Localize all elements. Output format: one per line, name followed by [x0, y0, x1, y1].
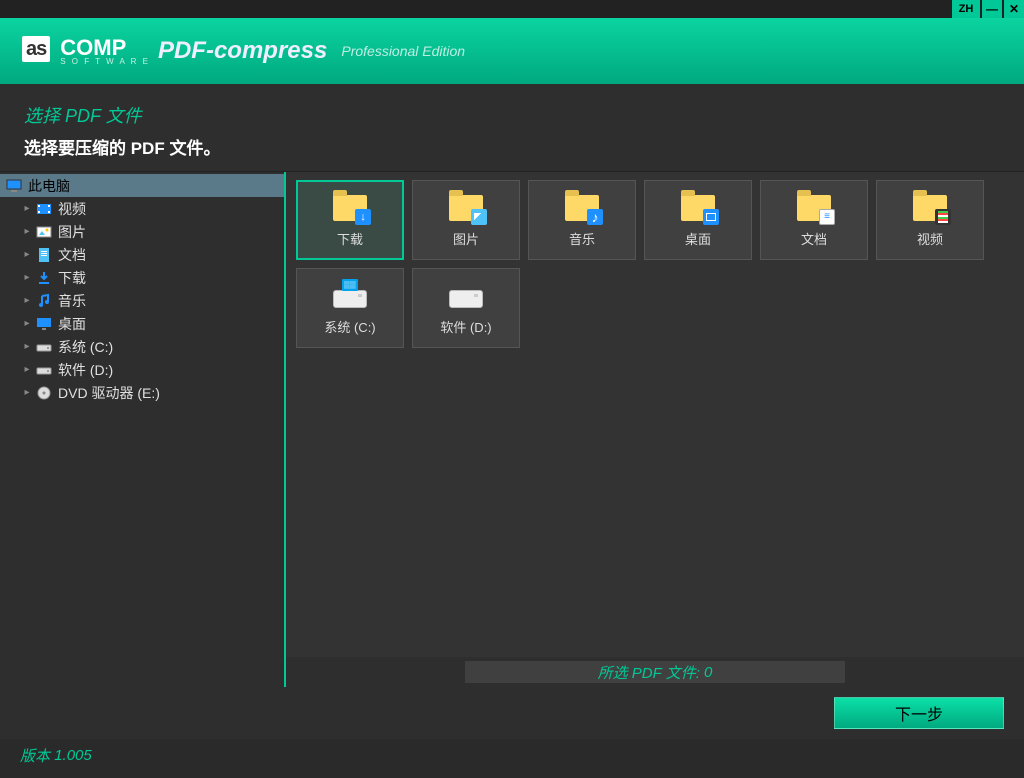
monitor-icon — [6, 178, 22, 194]
tree-item-dvd[interactable]: DVD 驱动器 (E:) — [0, 381, 284, 404]
tile-drive-d[interactable]: 软件 (D:) — [412, 268, 520, 348]
next-button[interactable]: 下一步 — [834, 697, 1004, 729]
page-headings: 选择 PDF 文件 选择要压缩的 PDF 文件。 — [0, 84, 1024, 171]
selected-files-status: 所选 PDF 文件: 0 — [465, 661, 845, 683]
tree-item-drive-d[interactable]: 软件 (D:) — [0, 358, 284, 381]
photo-overlay-icon — [471, 209, 487, 225]
expand-icon[interactable] — [22, 272, 32, 283]
folder-icon — [563, 193, 601, 223]
expand-icon[interactable] — [22, 249, 32, 260]
tile-music[interactable]: 音乐 — [528, 180, 636, 260]
version-bar: 版本 1.005 — [0, 739, 1024, 771]
expand-icon[interactable] — [22, 295, 32, 306]
close-button[interactable]: ✕ — [1004, 0, 1024, 18]
video-icon — [36, 201, 52, 217]
tree-item-pictures[interactable]: 图片 — [0, 220, 284, 243]
tree-item-label: 下载 — [58, 268, 86, 288]
tree-item-label: DVD 驱动器 (E:) — [58, 383, 160, 403]
app-header: as COMP S O F T W A R E PDF-compress Pro… — [0, 18, 1024, 84]
folder-icon — [331, 193, 369, 223]
tile-documents[interactable]: 文档 — [760, 180, 868, 260]
brand-logo: as COMP S O F T W A R E — [22, 36, 150, 66]
tree-item-label: 图片 — [58, 222, 86, 242]
expand-icon[interactable] — [22, 364, 32, 375]
film-overlay-icon — [935, 209, 951, 225]
tree-item-documents[interactable]: 文档 — [0, 243, 284, 266]
tree-item-label: 系统 (C:) — [58, 337, 113, 357]
music-note-icon — [587, 209, 603, 225]
tile-label: 图片 — [453, 229, 479, 248]
status-row: 所选 PDF 文件: 0 — [0, 657, 1024, 687]
tree-root-label: 此电脑 — [28, 176, 70, 196]
folder-grid: 下载 图片 音乐 桌面 文档 视频 — [296, 180, 1014, 348]
desktop-icon — [36, 316, 52, 332]
tree-item-label: 视频 — [58, 199, 86, 219]
expand-icon[interactable] — [22, 318, 32, 329]
folder-icon — [795, 193, 833, 223]
tree-item-label: 桌面 — [58, 314, 86, 334]
folder-icon — [679, 193, 717, 223]
music-icon — [36, 293, 52, 309]
tree-item-downloads[interactable]: 下载 — [0, 266, 284, 289]
minimize-button[interactable]: — — [982, 0, 1002, 18]
windows-badge-icon — [342, 279, 358, 291]
status-prefix: 所选 PDF 文件: — [598, 662, 700, 683]
expand-icon[interactable] — [22, 387, 32, 398]
version-number: 1.005 — [54, 747, 92, 764]
logo-comp: COMP — [60, 38, 150, 58]
logo-box: as — [22, 36, 50, 62]
doc-overlay-icon — [819, 209, 835, 225]
folder-tree[interactable]: 此电脑 视频 图片 文档 下载 音乐 — [0, 172, 286, 657]
tile-label: 系统 (C:) — [324, 317, 375, 336]
drive-icon — [447, 281, 485, 311]
expand-icon[interactable] — [22, 226, 32, 237]
tile-videos[interactable]: 视频 — [876, 180, 984, 260]
expand-icon[interactable] — [22, 203, 32, 214]
tree-item-desktop[interactable]: 桌面 — [0, 312, 284, 335]
logo-software: S O F T W A R E — [60, 58, 150, 66]
tile-label: 音乐 — [569, 229, 595, 248]
product-edition: Professional Edition — [341, 43, 465, 59]
tile-downloads[interactable]: 下载 — [296, 180, 404, 260]
expand-icon[interactable] — [22, 341, 32, 352]
tree-item-label: 文档 — [58, 245, 86, 265]
folder-icon — [911, 193, 949, 223]
tile-label: 视频 — [917, 229, 943, 248]
tree-item-label: 音乐 — [58, 291, 86, 311]
download-arrow-icon — [355, 209, 371, 225]
disc-icon — [36, 385, 52, 401]
tile-drive-c[interactable]: 系统 (C:) — [296, 268, 404, 348]
version-label: 版本 — [20, 745, 50, 766]
tree-item-drive-c[interactable]: 系统 (C:) — [0, 335, 284, 358]
main-body: 此电脑 视频 图片 文档 下载 音乐 — [0, 171, 1024, 657]
drive-icon — [36, 339, 52, 355]
tile-pictures[interactable]: 图片 — [412, 180, 520, 260]
title-bar: ZH — ✕ — [0, 0, 1024, 18]
tile-desktop[interactable]: 桌面 — [644, 180, 752, 260]
drive-icon — [331, 281, 369, 311]
picture-icon — [36, 224, 52, 240]
product-name: PDF-compress — [158, 37, 327, 65]
page-title: 选择 PDF 文件 — [24, 102, 1000, 128]
folder-icon — [447, 193, 485, 223]
page-subtitle: 选择要压缩的 PDF 文件。 — [24, 134, 1000, 159]
folder-grid-panel: 下载 图片 音乐 桌面 文档 视频 — [286, 172, 1024, 657]
tile-label: 桌面 — [685, 229, 711, 248]
language-button[interactable]: ZH — [952, 0, 980, 18]
tree-item-video[interactable]: 视频 — [0, 197, 284, 220]
drive-icon — [36, 362, 52, 378]
footer: 下一步 — [0, 687, 1024, 739]
screen-overlay-icon — [703, 209, 719, 225]
tile-label: 下载 — [337, 229, 363, 248]
tree-root-this-pc[interactable]: 此电脑 — [0, 174, 284, 197]
tree-item-label: 软件 (D:) — [58, 360, 113, 380]
tile-label: 文档 — [801, 229, 827, 248]
document-icon — [36, 247, 52, 263]
status-count: 0 — [704, 664, 712, 681]
tree-item-music[interactable]: 音乐 — [0, 289, 284, 312]
tile-label: 软件 (D:) — [440, 317, 491, 336]
download-icon — [36, 270, 52, 286]
